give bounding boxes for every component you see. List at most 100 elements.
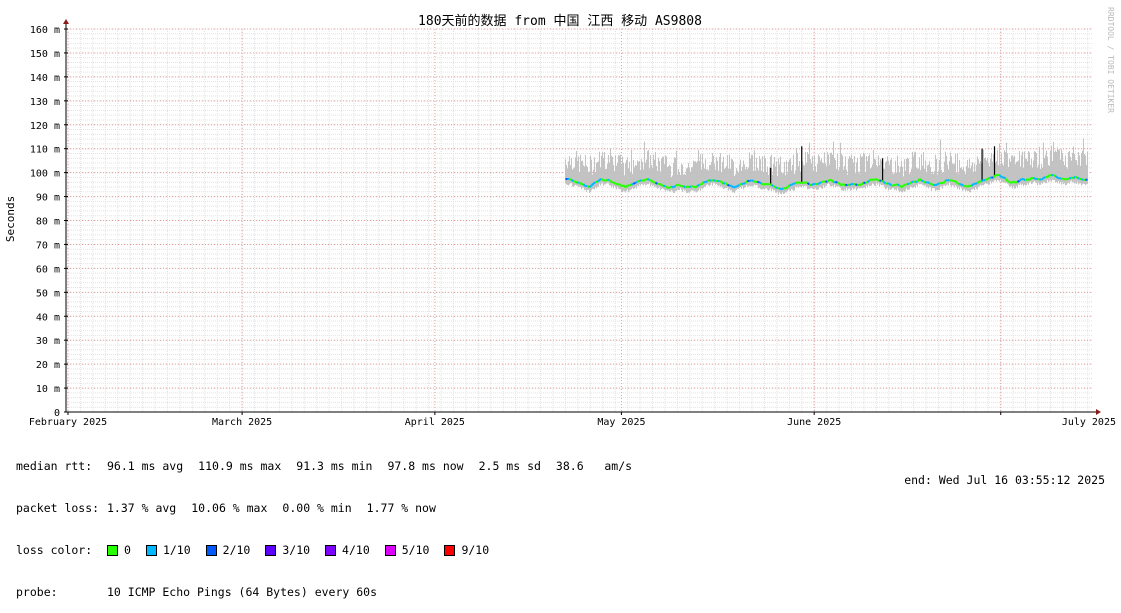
median-segment: [619, 184, 621, 186]
y-tick-label: 160 m: [30, 25, 60, 36]
loss-color-item-label: 1/10: [163, 543, 191, 557]
median-segment: [773, 186, 775, 187]
swatch-4: [325, 545, 336, 556]
median-segment: [951, 180, 953, 181]
median-segment: [571, 180, 573, 181]
median-segment: [759, 182, 761, 183]
median-segment: [963, 186, 965, 187]
chart-title: 180天前的数据 from 中国 江西 移动 AS9808: [418, 13, 702, 29]
median-segment: [707, 180, 709, 181]
median-segment: [615, 184, 617, 185]
median-segment: [753, 181, 755, 182]
loss-color-item: 1/10: [146, 543, 191, 557]
median-segment: [633, 183, 635, 184]
x-tick-label: June 2025: [787, 417, 841, 428]
probe-row: probe: 10 ICMP Echo Pings (64 Bytes) eve…: [16, 585, 647, 599]
median-segment: [929, 183, 931, 184]
median-segment: [793, 183, 795, 184]
median-segment: [987, 178, 989, 179]
median-segment: [593, 182, 595, 183]
median-segment: [575, 182, 577, 183]
median-segment: [881, 181, 883, 182]
y-tick-label: 80 m: [36, 217, 60, 228]
packet-loss-label: packet loss:: [16, 501, 107, 515]
median-segment: [1013, 181, 1015, 182]
median-segment: [1053, 175, 1055, 176]
median-segment: [811, 184, 813, 185]
median-rtt-max: 110.9 ms max: [198, 459, 281, 473]
median-segment: [1007, 181, 1009, 182]
median-segment: [1019, 179, 1021, 181]
median-segment: [727, 185, 729, 186]
median-segment: [1079, 179, 1081, 180]
smokeping-chart: 010 m20 m30 m40 m50 m60 m70 m80 m90 m100…: [0, 0, 1121, 430]
median-segment: [865, 182, 867, 183]
median-segment: [625, 186, 627, 188]
median-segment: [781, 188, 783, 189]
median-segment: [655, 183, 657, 184]
median-segment: [909, 182, 911, 183]
median-segment: [855, 184, 857, 185]
median-segment: [737, 185, 739, 186]
x-axis-arrow: [1096, 409, 1101, 415]
median-segment: [1065, 179, 1067, 180]
median-segment: [1075, 177, 1077, 178]
median-segment: [897, 184, 899, 185]
median-segment: [601, 179, 603, 180]
loss-color-item-label: 2/10: [223, 543, 251, 557]
loss-color-item-label: 4/10: [342, 543, 370, 557]
median-rtt-avg: 96.1 ms avg: [107, 459, 183, 473]
median-segment: [739, 184, 741, 185]
median-rtt-min: 91.3 ms min: [296, 459, 372, 473]
median-segment: [695, 186, 697, 187]
median-segment: [923, 181, 925, 182]
loss-color-item-label: 3/10: [282, 543, 310, 557]
median-segment: [877, 180, 879, 181]
median-segment: [1029, 178, 1031, 180]
median-segment: [697, 185, 699, 186]
median-segment: [765, 184, 767, 185]
median-segment: [1057, 178, 1059, 179]
y-tick-label: 50 m: [36, 288, 60, 299]
median-segment: [647, 179, 649, 180]
median-segment: [775, 187, 777, 188]
loss-color-item: 9/10: [444, 543, 489, 557]
x-tick-label: July 2025: [1062, 417, 1116, 428]
swatch-6: [444, 545, 455, 556]
median-segment: [641, 180, 643, 181]
x-tick-labels: February 2025March 2025April 2025May 202…: [29, 417, 1116, 428]
packet-loss-avg: 1.37 % avg: [107, 501, 176, 515]
median-rtt-sd: 2.5 ms sd: [479, 459, 541, 473]
packet-loss-now: 1.77 % now: [367, 501, 436, 515]
packet-loss-row: packet loss: 1.37 % avg 10.06 % max 0.00…: [16, 501, 647, 515]
median-rtt-row: median rtt: 96.1 ms avg 110.9 ms max 91.…: [16, 459, 647, 473]
median-segment: [569, 179, 571, 180]
end-timestamp: end: Wed Jul 16 03:55:12 2025: [904, 473, 1105, 487]
y-tick-label: 40 m: [36, 312, 60, 323]
y-tick-label: 60 m: [36, 264, 60, 275]
median-segment: [893, 185, 895, 186]
median-segment: [889, 184, 891, 186]
median-segment: [945, 180, 947, 181]
median-segment: [573, 181, 575, 182]
y-axis-arrow: [63, 19, 69, 24]
median-segment: [849, 184, 851, 185]
median-segment: [957, 183, 959, 184]
median-segment: [597, 180, 599, 182]
median-segment: [1055, 176, 1057, 178]
median-segment: [985, 179, 987, 180]
x-tick-label: February 2025: [29, 417, 107, 428]
median-segment: [875, 179, 877, 180]
y-tick-labels: 010 m20 m30 m40 m50 m60 m70 m80 m90 m100…: [30, 25, 60, 419]
median-segment: [805, 182, 807, 183]
swatch-0: [107, 545, 118, 556]
median-segment: [921, 180, 923, 181]
median-segment: [733, 187, 735, 188]
y-tick-label: 120 m: [30, 121, 60, 132]
median-segment: [785, 187, 787, 188]
median-segment: [605, 180, 607, 181]
swatch-3: [265, 545, 276, 556]
x-tick-label: May 2025: [597, 417, 645, 428]
median-segment: [675, 185, 677, 186]
loss-color-item-label: 0: [124, 543, 131, 557]
